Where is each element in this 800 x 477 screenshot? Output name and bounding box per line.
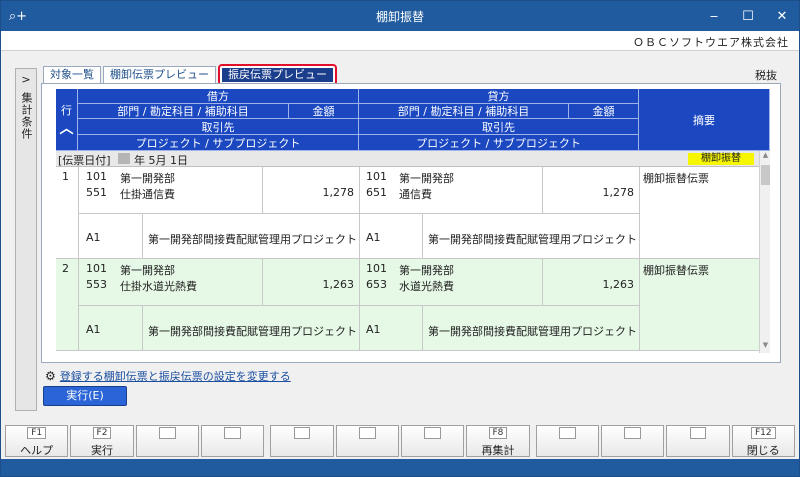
credit-amount: 1,263 xyxy=(602,278,635,291)
voucher-date-row: [伝票日付] 年 5月 1日 棚卸振替 xyxy=(56,151,770,167)
debit-project-name: 第一開発部間接費配賦管理用プロジェクト xyxy=(148,233,357,246)
credit-partner-header: 取引先 xyxy=(359,119,639,135)
debit-project-name: 第一開発部間接費配賦管理用プロジェクト xyxy=(148,325,357,338)
settings-link[interactable]: ⚙ 登録する棚卸伝票と振戻伝票の設定を変更する xyxy=(45,368,291,384)
debit-header: 借方 xyxy=(78,89,359,104)
tab-bar: 対象一覧 棚卸伝票プレビュー 振戻伝票プレビュー xyxy=(43,64,339,86)
fkey-f8[interactable]: F8 再集計 xyxy=(466,425,530,457)
chevron-right-icon[interactable]: > xyxy=(21,73,30,86)
credit-project-code: A1 xyxy=(366,231,381,244)
debit-project-header: プロジェクト / サブプロジェクト xyxy=(78,135,359,151)
credit-account-name: 通信費 xyxy=(399,188,432,201)
tab-reversal-preview-label: 振戻伝票プレビュー xyxy=(222,68,333,82)
vertical-scrollbar[interactable]: ▲ ▼ xyxy=(759,151,770,353)
settings-link-label[interactable]: 登録する棚卸伝票と振戻伝票の設定を変更する xyxy=(60,368,291,384)
debit-account-name: 仕掛通信費 xyxy=(120,188,175,201)
debit-dept-name: 第一開発部 xyxy=(120,264,175,277)
credit-amount: 1,278 xyxy=(602,186,635,199)
fkey-f3[interactable] xyxy=(135,425,199,457)
scroll-thumb[interactable] xyxy=(761,165,770,185)
credit-dept-header: 部門 / 勘定科目 / 補助科目 xyxy=(359,104,569,119)
fkey-f10[interactable] xyxy=(600,425,665,457)
title-bar: ⌕+ 棚卸振替 ‒ ☐ ✕ xyxy=(1,1,799,31)
memo: 棚卸振替伝票 xyxy=(643,264,709,277)
credit-dept-code: 101 xyxy=(366,170,387,183)
sort-up-icon[interactable]: ︿ xyxy=(60,118,74,138)
row-col-header[interactable]: 行 ︿ xyxy=(56,89,78,151)
debit-dept-code: 101 xyxy=(86,170,107,183)
tab-inventory-preview[interactable]: 棚卸伝票プレビュー xyxy=(103,66,216,84)
debit-account-name: 仕掛水道光熱費 xyxy=(120,280,197,293)
search-plus-icon[interactable]: ⌕+ xyxy=(1,1,35,31)
table-row[interactable]: 1 101 第一開発部 551 仕掛通信費 1,278 101 第一開発部 65… xyxy=(56,167,759,259)
filter-side-panel[interactable]: > 集計条件 xyxy=(15,68,37,411)
side-panel-label: 集計条件 xyxy=(20,92,33,140)
debit-dept-name: 第一開発部 xyxy=(120,172,175,185)
memo-header: 摘要 xyxy=(639,89,770,151)
company-row: ＯＢＣソフトウエア株式会社 xyxy=(1,31,799,51)
row-number: 1 xyxy=(62,170,69,183)
credit-account-code: 651 xyxy=(366,186,387,199)
credit-dept-name: 第一開発部 xyxy=(399,172,454,185)
scroll-down-icon[interactable]: ▼ xyxy=(760,341,771,353)
voucher-date: 年 5月 1日 xyxy=(134,154,188,167)
credit-project-name: 第一開発部間接費配賦管理用プロジェクト xyxy=(428,233,637,246)
credit-project-header: プロジェクト / サブプロジェクト xyxy=(359,135,639,151)
memo: 棚卸振替伝票 xyxy=(643,172,709,185)
tab-target-list[interactable]: 対象一覧 xyxy=(43,66,101,84)
fkey-f2[interactable]: F2 実行 xyxy=(70,425,134,457)
voucher-type-badge: 棚卸振替 xyxy=(688,153,754,165)
fkey-f5[interactable] xyxy=(270,425,334,457)
credit-account-code: 653 xyxy=(366,278,387,291)
fkey-f4[interactable] xyxy=(200,425,265,457)
fkey-f6[interactable] xyxy=(335,425,399,457)
credit-account-name: 水道光熱費 xyxy=(399,280,454,293)
fkey-f9[interactable] xyxy=(535,425,599,457)
minimize-button[interactable]: ‒ xyxy=(697,1,731,31)
debit-account-code: 551 xyxy=(86,186,107,199)
main-window: ⌕+ 棚卸振替 ‒ ☐ ✕ ＯＢＣソフトウエア株式会社 > 集計条件 対象一覧 … xyxy=(0,0,800,477)
credit-dept-name: 第一開発部 xyxy=(399,264,454,277)
debit-dept-header: 部門 / 勘定科目 / 補助科目 xyxy=(78,104,289,119)
debit-account-code: 553 xyxy=(86,278,107,291)
fkey-f12[interactable]: F12 閉じる xyxy=(731,425,795,457)
run-button[interactable]: 実行(E) xyxy=(43,386,127,406)
row-number: 2 xyxy=(62,262,69,275)
credit-project-name: 第一開発部間接費配賦管理用プロジェクト xyxy=(428,325,637,338)
debit-dept-code: 101 xyxy=(86,262,107,275)
era-box xyxy=(118,153,130,164)
credit-amount-header: 金額 xyxy=(569,104,639,119)
tax-mode-label: 税抜 xyxy=(755,69,777,82)
maximize-button[interactable]: ☐ xyxy=(731,1,765,31)
table-row[interactable]: 2 101 第一開発部 553 仕掛水道光熱費 1,263 101 第一開発部 … xyxy=(56,259,759,351)
voucher-date-label: [伝票日付] xyxy=(58,154,111,167)
fkey-f7[interactable] xyxy=(400,425,465,457)
fkey-f1[interactable]: F1 ヘルプ xyxy=(5,425,69,457)
close-button[interactable]: ✕ xyxy=(765,1,799,31)
gear-icon: ⚙ xyxy=(45,369,56,383)
window-title: 棚卸振替 xyxy=(375,9,424,24)
debit-amount: 1,263 xyxy=(322,278,355,291)
credit-header: 貸方 xyxy=(359,89,639,104)
credit-project-code: A1 xyxy=(366,323,381,336)
company-name: ＯＢＣソフトウエア株式会社 xyxy=(633,36,789,49)
debit-amount-header: 金額 xyxy=(289,104,359,119)
credit-dept-code: 101 xyxy=(366,262,387,275)
debit-partner-header: 取引先 xyxy=(78,119,359,135)
debit-project-code: A1 xyxy=(86,231,101,244)
debit-amount: 1,278 xyxy=(322,186,355,199)
fkey-f11[interactable] xyxy=(666,425,730,457)
function-key-bar: F1 ヘルプ F2 実行 F8 再集計 F12 閉じる xyxy=(5,425,797,457)
status-bar xyxy=(1,459,799,476)
journal-rows: 1 101 第一開発部 551 仕掛通信費 1,278 101 第一開発部 65… xyxy=(56,167,759,353)
debit-project-code: A1 xyxy=(86,323,101,336)
scroll-up-icon[interactable]: ▲ xyxy=(760,151,771,163)
journal-grid-header: 行 ︿ 借方 部門 / 勘定科目 / 補助科目 金額 取引先 プロジェクト / … xyxy=(56,89,770,151)
